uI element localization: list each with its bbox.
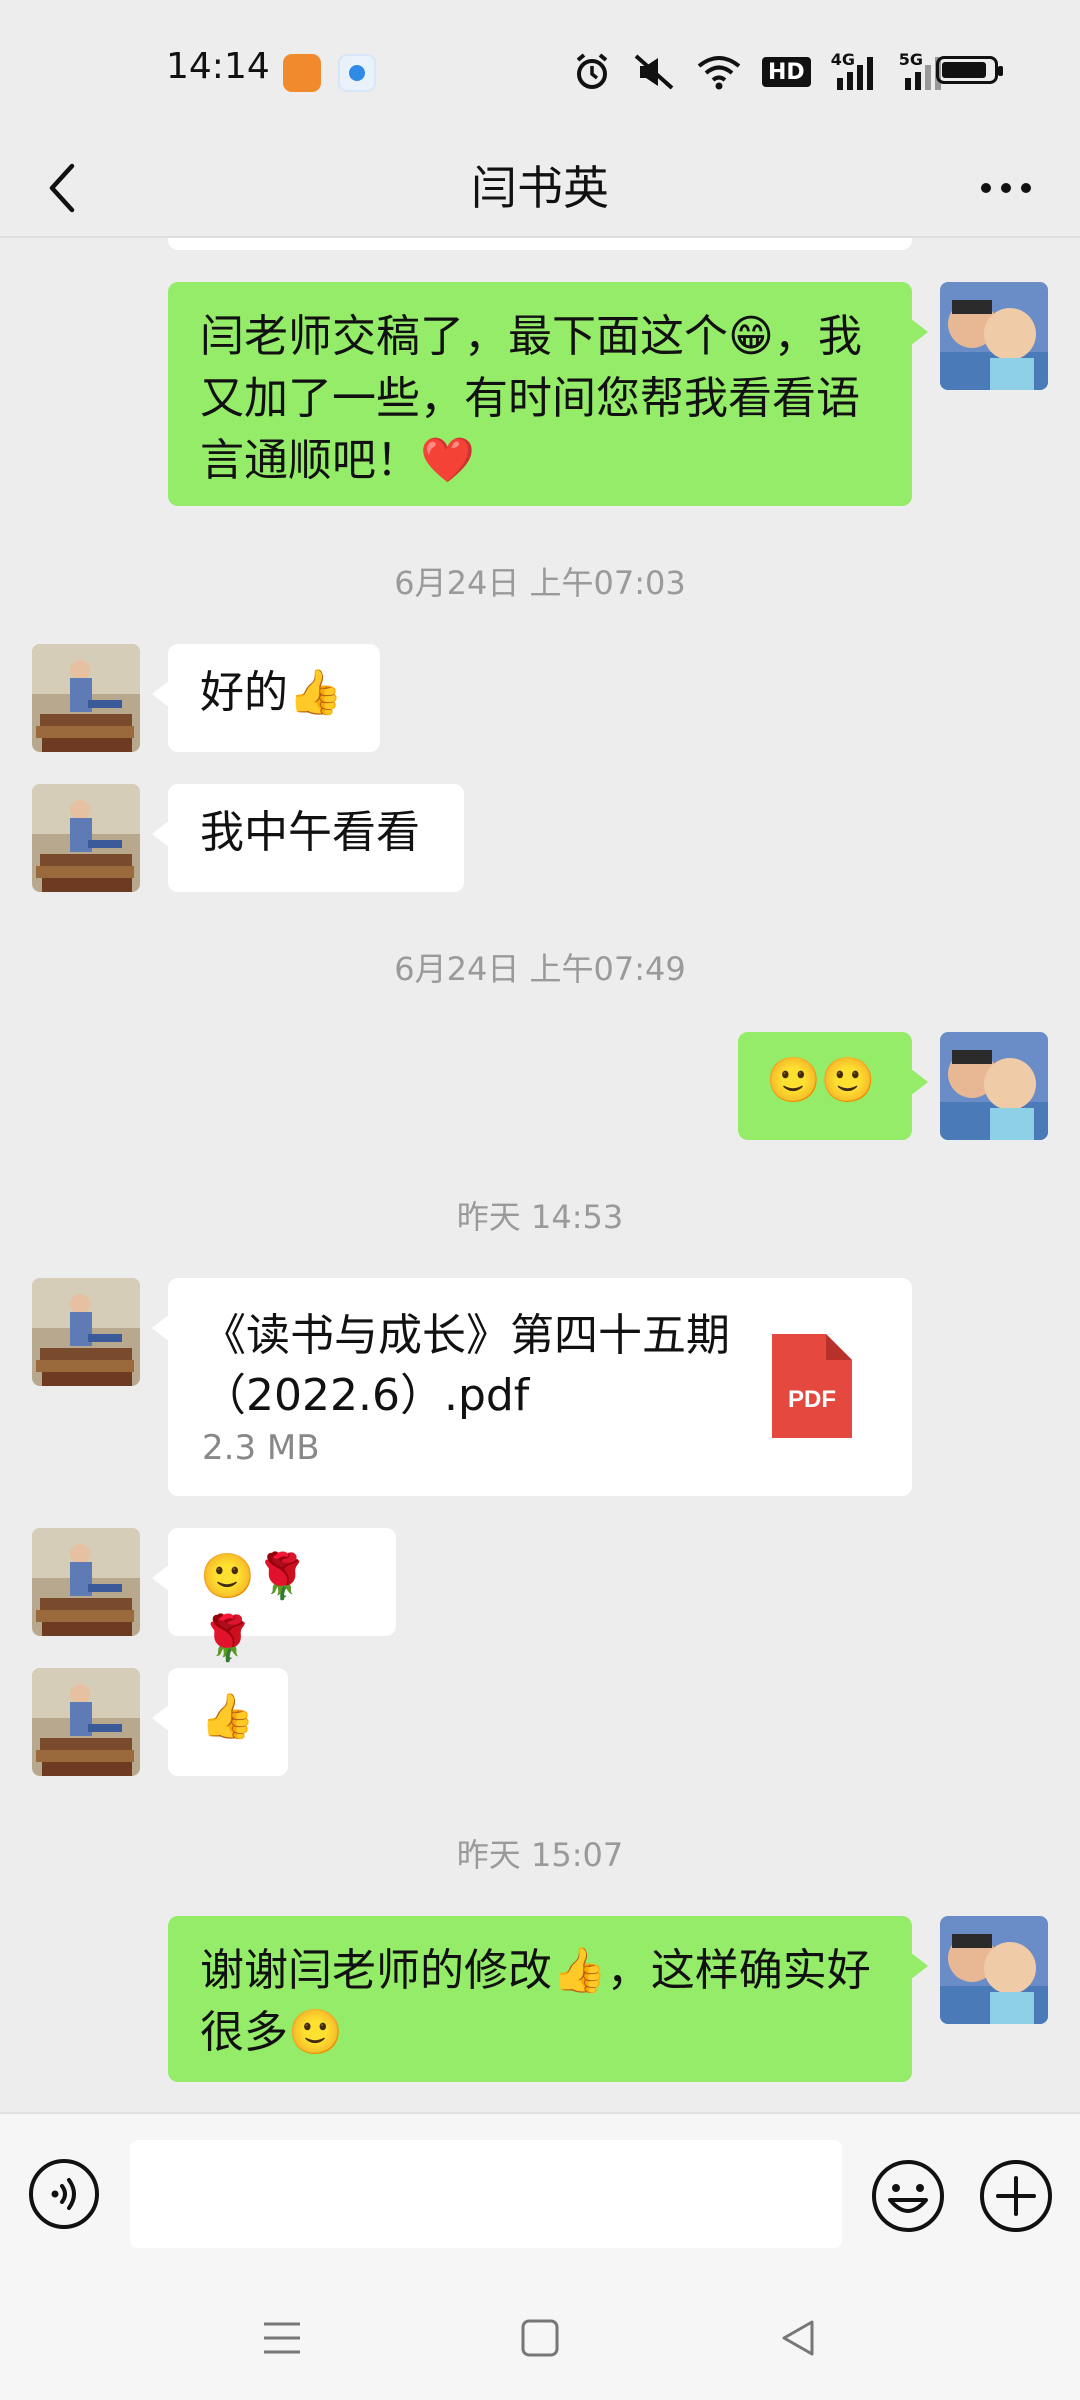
chat-title: 闫书英 [471, 161, 609, 215]
pdf-badge: PDF [788, 1386, 836, 1413]
voice-input-icon[interactable] [28, 2158, 100, 2230]
message-text: 闫老师交稿了，最下面这个😁，我又加了一些，有时间您帮我看看语言通顺吧！❤️ [200, 311, 862, 486]
contact-avatar[interactable] [32, 1528, 140, 1636]
wifi-icon [696, 50, 742, 94]
message-bubble-received[interactable]: 🙂🌹🌹 [152, 1528, 396, 1664]
back-triangle-icon[interactable] [768, 2308, 828, 2368]
message-bubble-received[interactable]: 好的👍 [152, 644, 380, 752]
emoji-icon[interactable] [870, 2158, 946, 2234]
file-name: 《读书与成长》第四十五期（2022.6）.pdf [202, 1310, 730, 1421]
timestamp: 昨天 14:53 [456, 1198, 624, 1236]
pdf-file-icon: PDF [772, 1334, 852, 1438]
mute-icon [632, 50, 676, 94]
message-input[interactable] [130, 2140, 842, 2248]
message-bubble-sent[interactable]: 谢谢闫老师的修改👍，这样确实好很多🙂 [168, 1916, 928, 2082]
hd-icon: HD [762, 57, 811, 87]
file-size: 2.3 MB [202, 1428, 320, 1468]
chat-header: 闫书英 [0, 140, 1080, 236]
message-text: 👍 [200, 1691, 255, 1742]
more-dots-icon[interactable] [966, 140, 1046, 236]
browser-app-icon [338, 54, 376, 92]
status-icons: HD 4G 5G [572, 50, 947, 94]
status-bar: 14:14 HD 4G 5G [0, 0, 1080, 140]
contact-avatar[interactable] [32, 1668, 140, 1776]
contact-avatar[interactable] [32, 1278, 140, 1386]
message-bubble-received[interactable]: 👍 [152, 1668, 288, 1776]
contact-avatar[interactable] [32, 644, 140, 752]
status-time: 14:14 [166, 46, 270, 87]
uc-browser-app-icon [283, 54, 321, 92]
message-text: 谢谢闫老师的修改👍，这样确实好很多🙂 [200, 1945, 871, 2058]
system-navigation-bar [0, 2272, 1080, 2400]
my-avatar[interactable] [940, 1916, 1048, 2024]
alarm-icon [572, 50, 612, 94]
timestamp: 6月24日 上午07:49 [394, 950, 686, 988]
message-bubble-received[interactable]: 我中午看看 [152, 784, 464, 892]
input-bar [0, 2112, 1080, 2274]
previous-message-edge [168, 238, 912, 250]
message-text: 🙂🌹🌹 [200, 1551, 310, 1664]
message-text: 我中午看看 [200, 807, 420, 858]
signal-4g-icon: 4G [831, 50, 879, 94]
plus-icon[interactable] [978, 2158, 1054, 2234]
message-bubble-sent[interactable]: 闫老师交稿了，最下面这个😁，我又加了一些，有时间您帮我看看语言通顺吧！❤️ [168, 282, 928, 506]
file-message-card[interactable]: 《读书与成长》第四十五期（2022.6）.pdf 2.3 MB PDF [152, 1278, 912, 1496]
menu-icon[interactable] [252, 2308, 312, 2368]
chat-area[interactable]: 闫老师交稿了，最下面这个😁，我又加了一些，有时间您帮我看看语言通顺吧！❤️ 6月… [0, 238, 1080, 2112]
message-text: 🙂🙂 [766, 1055, 876, 1106]
contact-avatar[interactable] [32, 784, 140, 892]
my-avatar[interactable] [940, 1032, 1048, 1140]
home-icon[interactable] [510, 2308, 570, 2368]
battery-icon [936, 56, 1003, 84]
my-avatar[interactable] [940, 282, 1048, 390]
message-bubble-sent[interactable]: 🙂🙂 [738, 1032, 928, 1140]
timestamp: 昨天 15:07 [456, 1836, 624, 1874]
timestamp: 6月24日 上午07:03 [394, 564, 686, 602]
message-text: 好的👍 [200, 667, 343, 718]
